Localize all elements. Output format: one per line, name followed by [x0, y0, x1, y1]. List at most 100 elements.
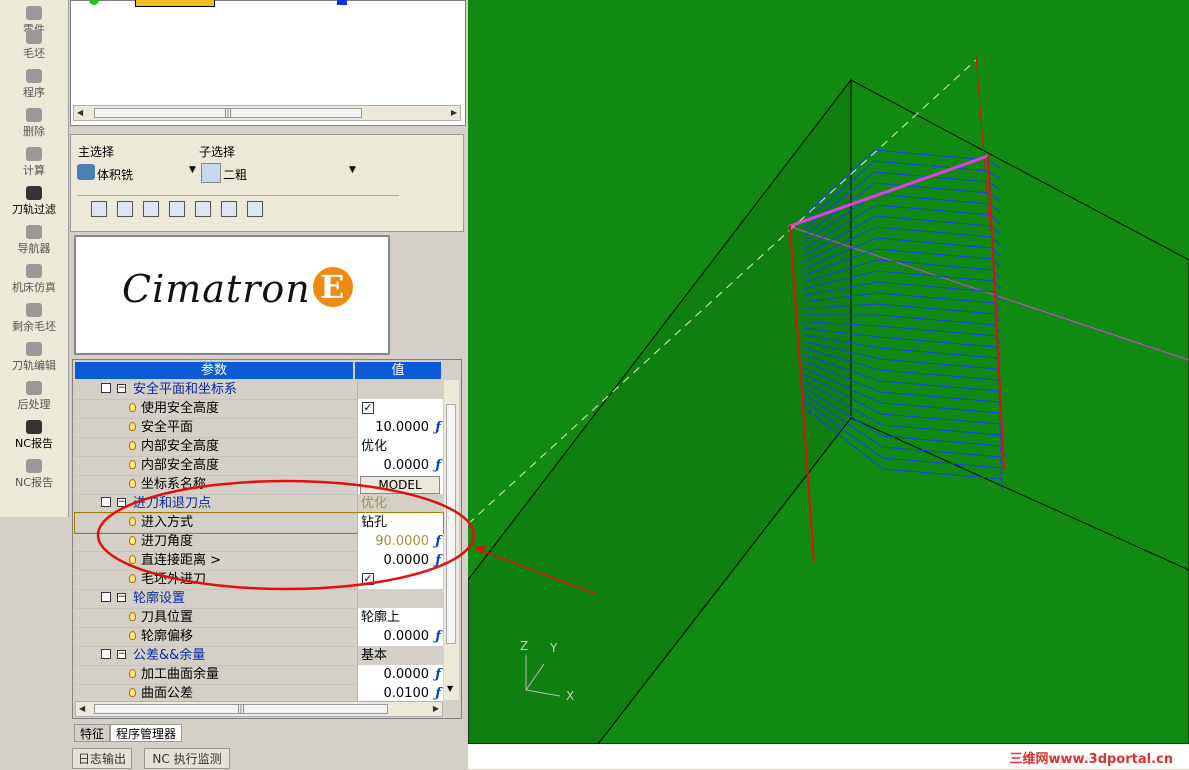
param-group-row[interactable]: − 公差&&余量 基本: [75, 646, 443, 666]
toolbar-item-delete[interactable]: 删除: [0, 104, 68, 142]
param-value[interactable]: 钻孔: [357, 513, 443, 532]
param-name: 进入方式: [141, 515, 194, 530]
toolbar-item-toolpath-edit[interactable]: 刀轨编辑: [0, 338, 68, 376]
formula-icon[interactable]: ƒ: [435, 456, 441, 475]
formula-icon[interactable]: ƒ: [435, 418, 441, 437]
param-row[interactable]: 使用安全高度 ✓: [75, 399, 443, 419]
param-value[interactable]: 0.0000 ƒ: [357, 627, 443, 646]
param-value[interactable]: 0.0000 ƒ: [357, 456, 443, 475]
param-group-row[interactable]: − 进刀和退刀点 优化: [75, 494, 443, 514]
tab-nc-monitor[interactable]: NC 执行监测: [144, 748, 230, 769]
param-value[interactable]: MODEL: [357, 475, 443, 494]
param-row[interactable]: 轮廓偏移 0.0000 ƒ: [75, 627, 443, 647]
toolbar-item-label: 后处理: [17, 398, 51, 411]
bulb-icon: [129, 460, 136, 469]
program-icon: [26, 69, 42, 83]
toolbar-item-program[interactable]: 程序: [0, 65, 68, 103]
param-row[interactable]: 刀具位置 轮廓上: [75, 608, 443, 628]
chevron-down-icon: ▼: [189, 165, 196, 175]
main-selection-value: 体积铣: [97, 168, 134, 182]
param-value[interactable]: [357, 589, 443, 608]
tree-horizontal-scrollbar[interactable]: ◀ ||| ▶: [73, 105, 461, 121]
toolbar-item-machine-sim[interactable]: 机床仿真: [0, 260, 68, 298]
param-value[interactable]: 基本: [357, 646, 443, 665]
rough-icon: [201, 163, 221, 183]
coordinate-system-button[interactable]: MODEL: [360, 476, 440, 494]
formula-icon[interactable]: ƒ: [435, 532, 441, 551]
toolbar-item-post-process[interactable]: 后处理: [0, 377, 68, 415]
tab-log-output[interactable]: 日志输出: [72, 748, 132, 769]
param-value-text: 10.0000: [375, 420, 429, 435]
stock-icon: [26, 30, 42, 44]
param-group-row[interactable]: − 轮廓设置: [75, 589, 443, 609]
param-value[interactable]: ✓: [357, 399, 443, 418]
collapse-icon[interactable]: −: [117, 384, 126, 393]
group-icon: [101, 592, 111, 602]
param-header-value[interactable]: 值: [355, 362, 441, 379]
param-row[interactable]: 进入方式 钻孔: [74, 512, 444, 534]
formula-icon[interactable]: ƒ: [435, 551, 441, 570]
param-name: 进刀和退刀点: [133, 496, 212, 511]
new-procedure-icon[interactable]: [91, 201, 107, 217]
3d-viewport[interactable]: Z Y X: [467, 0, 1189, 745]
param-checkbox[interactable]: ✓: [362, 402, 374, 414]
tab-program-manager[interactable]: 程序管理器: [110, 724, 183, 742]
toolbar-item-label: 计算: [23, 164, 45, 177]
main-selection-dropdown[interactable]: 体积铣 ▼: [77, 163, 201, 183]
edit-icon[interactable]: [169, 201, 185, 217]
param-row[interactable]: 进刀角度 90.0000 ƒ: [75, 532, 443, 552]
cut-icon[interactable]: [221, 201, 237, 217]
param-row[interactable]: 安全平面 10.0000 ƒ: [75, 418, 443, 438]
scroll-down-icon[interactable]: ▼: [447, 684, 453, 693]
param-row[interactable]: 毛坯外进刀 ✓: [75, 570, 443, 590]
open-icon[interactable]: [117, 201, 133, 217]
toolbar-item-compute[interactable]: 计算: [0, 143, 68, 181]
toolbar-item-stock[interactable]: 毛坯: [0, 26, 68, 64]
tab-feature[interactable]: 特征: [74, 724, 111, 742]
param-horizontal-scrollbar[interactable]: ◀ ||| ▶: [75, 701, 443, 717]
formula-icon[interactable]: ƒ: [435, 627, 441, 646]
model-canvas[interactable]: Z Y X: [467, 0, 1189, 745]
sub-selection-dropdown[interactable]: 二粗 ▼: [201, 163, 361, 183]
param-value[interactable]: ✓: [357, 570, 443, 589]
param-value[interactable]: 0.0000 ƒ: [357, 665, 443, 684]
param-checkbox[interactable]: ✓: [362, 573, 374, 585]
bulb-icon: [129, 574, 136, 583]
param-value[interactable]: 轮廓上: [357, 608, 443, 627]
nc-report-icon: [26, 459, 42, 473]
formula-icon[interactable]: ƒ: [435, 665, 441, 684]
copy-icon[interactable]: [143, 201, 159, 217]
param-value[interactable]: [357, 380, 443, 399]
param-value[interactable]: 优化: [357, 494, 443, 513]
logo-panel: Cimatron E: [74, 235, 390, 355]
param-row[interactable]: 内部安全高度 优化: [75, 437, 443, 457]
param-name: 公差&&余量: [133, 648, 206, 663]
param-vertical-scrollbar[interactable]: ▼: [444, 380, 459, 700]
procedure-highlight[interactable]: [135, 0, 215, 7]
param-value[interactable]: 优化: [357, 437, 443, 456]
toolbar-item-navigator[interactable]: 导航器: [0, 221, 68, 259]
toolbar-item-nc-report[interactable]: NC报告: [0, 416, 68, 454]
toolbar-item-toolpath-filter[interactable]: 刀轨过滤: [0, 182, 68, 220]
toolbar-item-label: 导航器: [17, 242, 51, 255]
tool-icon[interactable]: [195, 201, 211, 217]
param-row[interactable]: 坐标系名称 MODEL: [75, 475, 443, 495]
toolbar-item-remaining-stock[interactable]: 剩余毛坯: [0, 299, 68, 337]
param-value-text: 0.0000: [383, 458, 430, 473]
param-value[interactable]: 0.0000 ƒ: [357, 551, 443, 570]
export-icon[interactable]: [247, 201, 263, 217]
param-row[interactable]: 直连接距离 > 0.0000 ƒ: [75, 551, 443, 571]
param-row[interactable]: 内部安全高度 0.0000 ƒ: [75, 456, 443, 476]
collapse-icon[interactable]: −: [117, 650, 126, 659]
param-row[interactable]: 加工曲面余量 0.0000 ƒ: [75, 665, 443, 685]
param-value[interactable]: 10.0000 ƒ: [357, 418, 443, 437]
param-group-row[interactable]: − 安全平面和坐标系: [75, 380, 443, 400]
param-value[interactable]: 90.0000 ƒ: [357, 532, 443, 551]
y-axis-label: Y: [549, 641, 558, 655]
bulb-icon: [129, 555, 136, 564]
toolbar-item-nc-report[interactable]: NC报告: [0, 455, 68, 493]
selection-panel: 主选择 子选择 体积铣 ▼ 二粗 ▼: [70, 134, 464, 232]
collapse-icon[interactable]: −: [117, 498, 126, 507]
collapse-icon[interactable]: −: [117, 593, 126, 602]
param-header-name[interactable]: 参数: [75, 362, 353, 379]
